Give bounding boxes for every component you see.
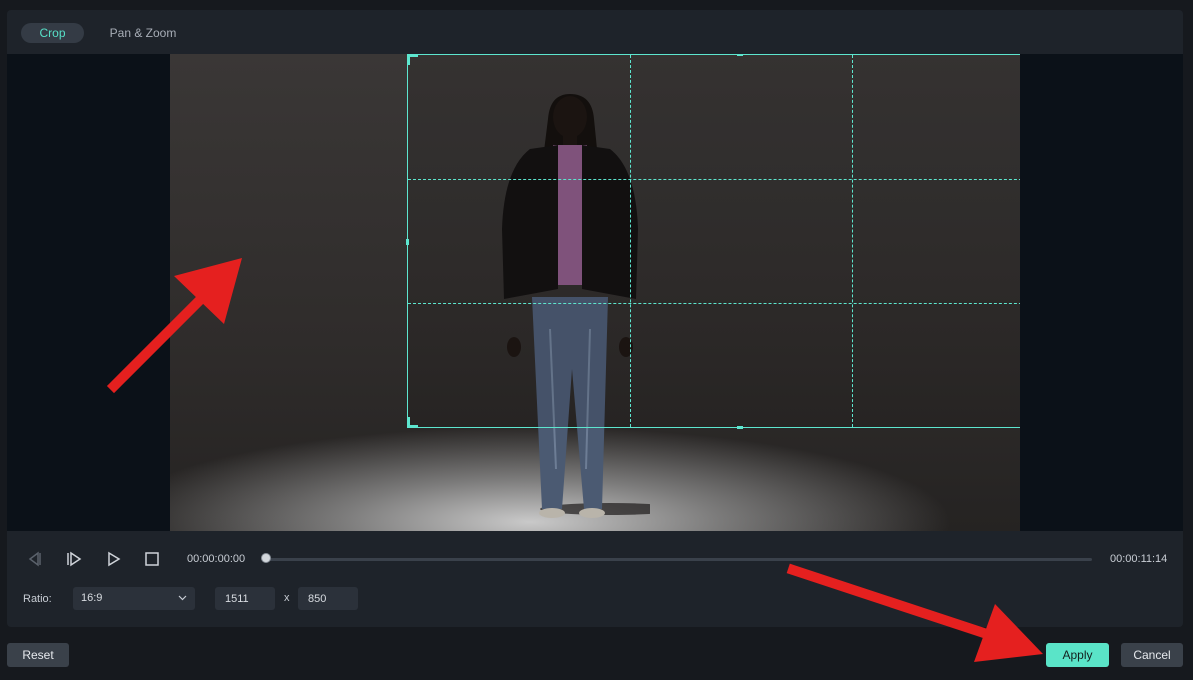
ratio-value: 16:9 (81, 592, 103, 604)
play-icon[interactable] (106, 551, 122, 567)
ratio-dropdown[interactable]: 16:9 (73, 587, 195, 610)
step-forward-icon[interactable] (66, 551, 82, 567)
video-frame (170, 54, 1020, 531)
crop-dialog-panel: Crop Pan & Zoom 00:00:00:00 00:00:11:14 … (7, 10, 1183, 627)
video-preview-area (7, 54, 1183, 531)
tab-pan-zoom[interactable]: Pan & Zoom (99, 23, 187, 43)
crop-height-input[interactable] (298, 587, 358, 610)
step-back-icon[interactable] (26, 551, 42, 567)
crop-selection-box[interactable] (406, 54, 1020, 429)
cancel-button[interactable]: Cancel (1121, 643, 1183, 667)
grid-line-vertical (852, 55, 853, 427)
tab-bar: Crop Pan & Zoom (7, 10, 1183, 54)
corner-handle-top-left[interactable] (407, 54, 418, 65)
reset-button[interactable]: Reset (7, 643, 69, 667)
dimension-separator: x (284, 592, 290, 604)
edge-handle-bottom[interactable] (737, 426, 743, 429)
ratio-label: Ratio: (23, 593, 52, 605)
tab-crop[interactable]: Crop (21, 23, 84, 43)
grid-line-horizontal (408, 303, 1020, 304)
grid-line-vertical (630, 55, 631, 427)
playback-controls: 00:00:00:00 00:00:11:14 Ratio: 16:9 x (7, 531, 1183, 627)
timeline-playhead[interactable] (261, 553, 271, 563)
corner-handle-bottom-left[interactable] (407, 417, 418, 428)
crop-width-input[interactable] (215, 587, 275, 610)
timeline-track[interactable] (267, 558, 1092, 561)
current-time: 00:00:00:00 (187, 553, 246, 565)
grid-line-horizontal (408, 179, 1020, 180)
edge-handle-top[interactable] (737, 54, 743, 56)
chevron-down-icon (178, 595, 187, 601)
end-time: 00:00:11:14 (1110, 553, 1168, 565)
apply-button[interactable]: Apply (1046, 643, 1109, 667)
stop-icon[interactable] (144, 551, 160, 567)
edge-handle-left[interactable] (406, 239, 409, 245)
